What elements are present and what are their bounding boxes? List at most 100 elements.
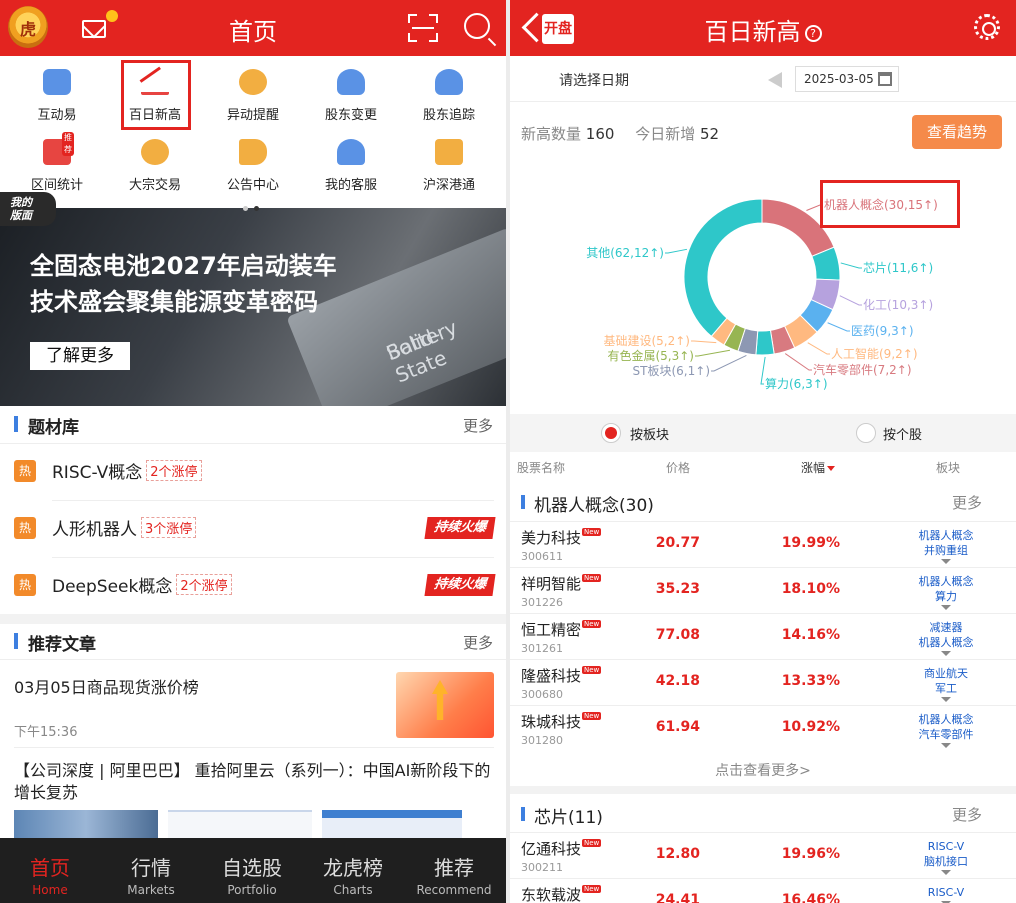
stock-name: 恒工精密 (521, 621, 582, 639)
topic-item[interactable]: 热 RISC-V概念 2个涨停 (0, 444, 506, 501)
trending-badge: 持续火爆 (424, 517, 496, 539)
stock-name-cell: 恒工精密 New (521, 619, 602, 640)
date-value: 2025-03-05 (804, 72, 874, 86)
stock-sectors[interactable]: 机器人概念 算力 (896, 574, 996, 610)
sector-group-header[interactable]: 机器人概念(30) 更多 (510, 479, 1016, 523)
learn-more-button[interactable]: 了解更多 (30, 342, 130, 370)
col-price[interactable]: 价格 (666, 459, 690, 476)
promo-banner[interactable]: Solid-State Battery 全固态电池2027年启动装车 技术盛会聚集… (0, 208, 506, 406)
donut-slice-算力[interactable] (755, 329, 775, 356)
stock-code: 300680 (521, 688, 563, 701)
menu-item-label: 股东变更 (324, 108, 377, 123)
stock-row[interactable]: 隆盛科技 New 300680 42.18 13.33% 商业航天 军工 (510, 659, 1016, 705)
expand-icon[interactable] (941, 697, 951, 702)
new-high-screen: 开盘 百日新高? 请选择日期 2025-03-05 新高数量 160 今日新增 … (510, 0, 1016, 903)
by-stock-radio[interactable] (856, 423, 876, 443)
sector-group-header[interactable]: 芯片(11) 更多 (510, 791, 1016, 835)
donut-slice-其他[interactable] (683, 198, 763, 338)
topic-more-link[interactable]: 更多 (463, 415, 493, 436)
tab-charts[interactable]: 龙虎榜 Charts (303, 838, 403, 903)
count-value: 160 (585, 125, 615, 143)
page-indicator (243, 196, 265, 215)
col-change[interactable]: 涨幅 (801, 459, 836, 476)
donut-leader-line (691, 340, 717, 344)
stock-sectors[interactable]: 减速器 机器人概念 (896, 620, 996, 656)
stock-row[interactable]: 祥明智能 New 301226 35.23 18.10% 机器人概念 算力 (510, 567, 1016, 613)
stock-row[interactable]: 珠城科技 New 301280 61.94 10.92% 机器人概念 汽车零部件 (510, 705, 1016, 751)
stock-change: 16.46% (781, 892, 840, 903)
stock-sectors[interactable]: 商业航天 军工 (896, 666, 996, 702)
tab-recommend[interactable]: 推荐 Recommend (404, 838, 504, 903)
expand-icon[interactable] (941, 870, 951, 875)
tab-markets[interactable]: 行情 Markets (101, 838, 201, 903)
stock-code: 301261 (521, 642, 563, 655)
donut-label: ST板块(6,1↑) (633, 364, 710, 378)
stock-row[interactable]: 东软载波 New 24.41 16.46% RISC-V (510, 878, 1016, 903)
donut-label: 人工智能(9,2↑) (831, 346, 918, 361)
search-icon[interactable] (464, 13, 490, 39)
stock-price: 61.94 (655, 719, 700, 735)
stock-sectors[interactable]: 机器人概念 并购重组 (896, 528, 996, 564)
tab-home[interactable]: 首页 Home (0, 838, 100, 903)
stock-row[interactable]: 美力科技 New 300611 20.77 19.99% 机器人概念 并购重组 (510, 521, 1016, 567)
topic-library-title: 题材库 (14, 413, 79, 438)
sector-tag: 机器人概念 (918, 636, 974, 649)
my-layout-tab[interactable]: 我的版面 (0, 192, 56, 226)
stock-name-cell: 东软载波 New (521, 884, 602, 903)
shareholder-change-icon (334, 66, 368, 100)
menu-item[interactable]: 沪深港通 (400, 130, 498, 198)
sector-tag: 并购重组 (924, 544, 968, 557)
article-title[interactable]: 03月05日商品现货涨价榜 (14, 674, 199, 698)
menu-item[interactable]: 股东追踪 (400, 60, 498, 128)
limit-up-tag: 2个涨停 (146, 460, 202, 481)
tab-portfolio[interactable]: 自选股 Portfolio (202, 838, 302, 903)
donut-label: 算力(6,3↑) (765, 376, 828, 391)
by-sector-radio[interactable] (601, 423, 621, 443)
stock-row[interactable]: 恒工精密 New 301261 77.08 14.16% 减速器 机器人概念 (510, 613, 1016, 659)
date-field[interactable]: 2025-03-05 (795, 66, 899, 92)
home-header: 首页 (0, 0, 506, 56)
menu-item[interactable]: 异动提醒 (204, 60, 302, 128)
group-more-link[interactable]: 更多 (952, 492, 982, 513)
date-picker-label[interactable]: 请选择日期 (559, 70, 629, 90)
view-trend-button[interactable]: 查看趋势 (912, 115, 1002, 149)
stock-sectors[interactable]: RISC-V (896, 885, 996, 903)
sort-desc-icon (827, 466, 836, 471)
menu-item[interactable]: 股东变更 (302, 60, 400, 128)
new-badge: New (582, 528, 602, 536)
menu-item[interactable]: 推荐 区间统计 (8, 130, 106, 198)
menu-item[interactable]: 大宗交易 (106, 130, 204, 198)
stock-code: 300211 (521, 861, 563, 874)
prev-date-icon[interactable] (768, 72, 782, 88)
article-thumbnail[interactable] (396, 672, 494, 738)
group-more-link[interactable]: 更多 (952, 804, 982, 825)
see-more-link[interactable]: 点击查看更多> (510, 760, 1016, 780)
menu-item[interactable]: 公告中心 (204, 130, 302, 198)
stock-sectors[interactable]: RISC-V 脑机接口 (896, 839, 996, 875)
calendar-icon[interactable] (878, 72, 892, 86)
expand-icon[interactable] (941, 743, 951, 748)
stock-change: 14.16% (781, 627, 840, 643)
menu-item[interactable]: 我的客服 (302, 130, 400, 198)
menu-item[interactable]: 互动易 (8, 60, 106, 128)
hot-badge: 热 (14, 460, 36, 482)
topic-item[interactable]: 热 DeepSeek概念 2个涨停 持续火爆 (0, 558, 506, 614)
help-icon[interactable]: ? (804, 25, 822, 42)
stock-row[interactable]: 亿通科技 New 300211 12.80 19.96% RISC-V 脑机接口 (510, 832, 1016, 878)
by-sector-label[interactable]: 按板块 (630, 424, 669, 443)
gear-icon[interactable] (974, 14, 1000, 40)
menu-item-label: 沪深港通 (422, 178, 475, 193)
stock-sectors[interactable]: 机器人概念 汽车零部件 (896, 712, 996, 748)
expand-icon[interactable] (941, 651, 951, 656)
articles-more-link[interactable]: 更多 (463, 632, 493, 653)
stock-name-cell: 祥明智能 New (521, 573, 602, 594)
topic-item[interactable]: 热人形机器人 3个涨停 持续火爆 (0, 501, 506, 558)
menu-item-label: 异动提醒 (226, 108, 279, 123)
article-title[interactable]: 【公司深度 | 阿里巴巴】 重拾阿里云（系列一）：中国AI新阶段下的增长复苏 (14, 760, 494, 804)
expand-icon[interactable] (941, 559, 951, 564)
expand-icon[interactable] (941, 605, 951, 610)
by-stock-label[interactable]: 按个股 (883, 424, 922, 443)
col-change-label: 涨幅 (801, 461, 826, 475)
new-high-header: 开盘 百日新高? (510, 0, 1016, 56)
scan-icon[interactable] (408, 14, 438, 42)
